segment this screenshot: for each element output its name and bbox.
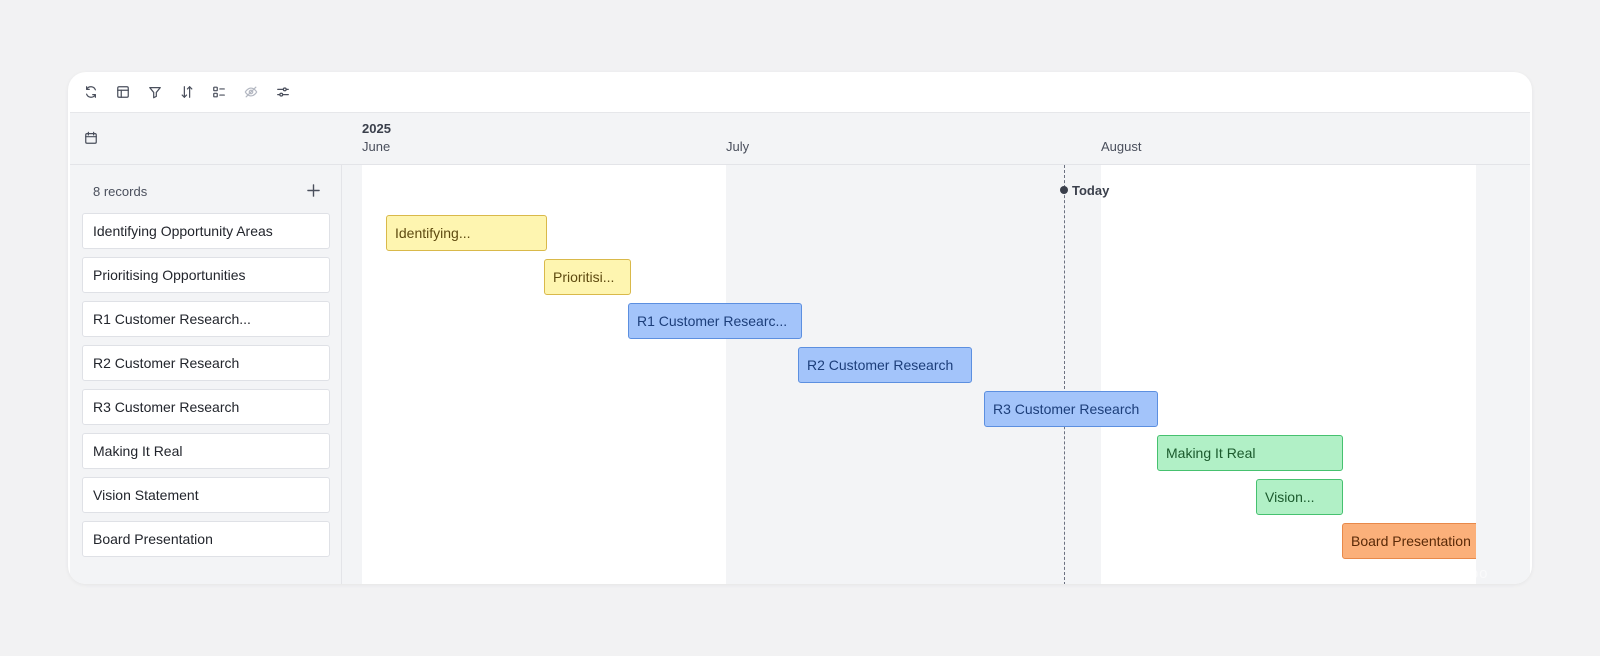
record-row[interactable]: Identifying Opportunity Areas: [82, 213, 330, 249]
watermark-logo: cabo: [1452, 565, 1489, 582]
today-marker-dot: [1060, 186, 1068, 194]
record-row[interactable]: R1 Customer Research...: [82, 301, 330, 337]
gantt-card: 2025 June July August 8 records Identify…: [68, 72, 1532, 584]
record-row[interactable]: Making It Real: [82, 433, 330, 469]
record-row[interactable]: R2 Customer Research: [82, 345, 330, 381]
gantt-bar[interactable]: Making It Real: [1157, 435, 1343, 471]
gantt-bar[interactable]: R1 Customer Researc...: [628, 303, 802, 339]
record-row[interactable]: R3 Customer Research: [82, 389, 330, 425]
layout-icon[interactable]: [114, 83, 132, 101]
refresh-icon[interactable]: [82, 83, 100, 101]
record-row[interactable]: Board Presentation: [82, 521, 330, 557]
year-label: 2025: [362, 121, 391, 136]
record-row[interactable]: Vision Statement: [82, 477, 330, 513]
gantt-bar[interactable]: Board Presentation: [1342, 523, 1476, 559]
gantt-board: 2025 June July August 8 records Identify…: [70, 112, 1530, 584]
records-panel: 8 records Identifying Opportunity Areas …: [70, 165, 342, 584]
today-label: Today: [1072, 183, 1110, 198]
month-label-august: August: [1101, 139, 1142, 154]
month-label-july: July: [726, 139, 750, 154]
settings-sliders-icon[interactable]: [274, 83, 292, 101]
add-record-button[interactable]: [304, 181, 322, 199]
record-row[interactable]: Prioritising Opportunities: [82, 257, 330, 293]
group-icon[interactable]: [210, 83, 228, 101]
sort-icon[interactable]: [178, 83, 196, 101]
gantt-bar[interactable]: R2 Customer Research: [798, 347, 972, 383]
timeline-area[interactable]: Today Identifying... Prioritisi... R1 Cu…: [362, 165, 1476, 584]
hide-icon[interactable]: [242, 83, 260, 101]
gantt-bar[interactable]: Identifying...: [386, 215, 547, 251]
records-count: 8 records: [93, 184, 148, 199]
gantt-bar[interactable]: Vision...: [1256, 479, 1343, 515]
today-marker-line: [1064, 165, 1065, 584]
gantt-bar[interactable]: R3 Customer Research: [984, 391, 1158, 427]
timeline-header: 2025 June July August: [70, 113, 1530, 165]
toolbar: [68, 72, 1532, 112]
gantt-bar[interactable]: Prioritisi...: [544, 259, 631, 295]
filter-icon[interactable]: [146, 83, 164, 101]
calendar-icon[interactable]: [82, 129, 100, 147]
month-label-june: June: [362, 139, 391, 154]
